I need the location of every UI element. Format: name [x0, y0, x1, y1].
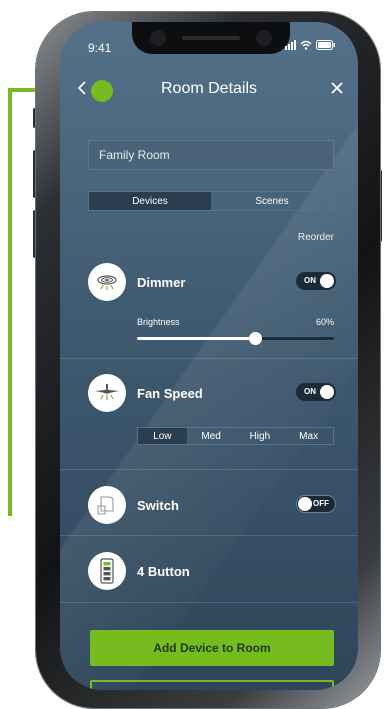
slider-fill — [137, 337, 256, 340]
divider — [60, 535, 358, 536]
fan-speed-low[interactable]: Low — [138, 428, 187, 444]
divider — [60, 358, 358, 359]
ceiling-fan-icon — [88, 374, 126, 412]
cellular-signal-icon — [285, 40, 296, 50]
toggle-state-text: ON — [304, 387, 316, 396]
brightness-slider[interactable] — [137, 332, 334, 345]
fan-speed-selector: Low Med High Max — [137, 427, 334, 445]
wifi-icon — [300, 40, 312, 50]
add-device-button[interactable]: Add Device to Room — [90, 630, 334, 666]
toggle-state-text: ON — [304, 276, 316, 285]
dimmer-toggle[interactable]: ON — [296, 272, 336, 290]
device-name-dimmer: Dimmer — [137, 275, 186, 290]
device-name-4-button: 4 Button — [137, 564, 190, 579]
divider — [60, 602, 358, 603]
device-name-switch: Switch — [137, 498, 179, 513]
brightness-value: 60% — [315, 317, 334, 327]
battery-icon — [316, 40, 335, 50]
sensor-dot — [256, 30, 272, 46]
phone-screen: 9:41 Room Details Devices Scenes Reorder — [60, 22, 358, 690]
view-tabs: Devices Scenes — [88, 191, 334, 211]
slider-thumb[interactable] — [249, 332, 263, 345]
toggle-knob — [320, 385, 334, 399]
speaker-grille — [182, 36, 240, 40]
fan-toggle[interactable]: ON — [296, 383, 336, 401]
notch — [132, 22, 290, 54]
device-name-fan-speed: Fan Speed — [137, 386, 203, 401]
status-time: 9:41 — [88, 41, 112, 55]
fan-speed-max[interactable]: Max — [284, 428, 333, 444]
toggle-knob — [298, 497, 312, 511]
status-icons — [285, 40, 336, 50]
fan-speed-med[interactable]: Med — [187, 428, 236, 444]
fan-speed-high[interactable]: High — [236, 428, 285, 444]
room-name-input[interactable] — [88, 140, 334, 170]
front-camera — [150, 30, 166, 46]
ceiling-light-icon — [88, 263, 126, 301]
toggle-knob — [320, 274, 334, 288]
secondary-outline-button[interactable] — [90, 680, 334, 690]
callout-line-vertical — [8, 88, 12, 516]
toggle-state-text: OFF — [313, 499, 329, 508]
switch-toggle[interactable]: OFF — [296, 495, 336, 513]
light-switch-icon — [88, 486, 126, 524]
reorder-link[interactable]: Reorder — [298, 232, 334, 243]
keypad-icon — [88, 552, 126, 590]
tab-devices[interactable]: Devices — [89, 192, 211, 210]
divider — [60, 469, 358, 470]
close-icon[interactable] — [328, 79, 346, 97]
tab-scenes[interactable]: Scenes — [211, 192, 333, 210]
callout-marker — [91, 80, 113, 102]
brightness-label: Brightness — [137, 317, 180, 327]
